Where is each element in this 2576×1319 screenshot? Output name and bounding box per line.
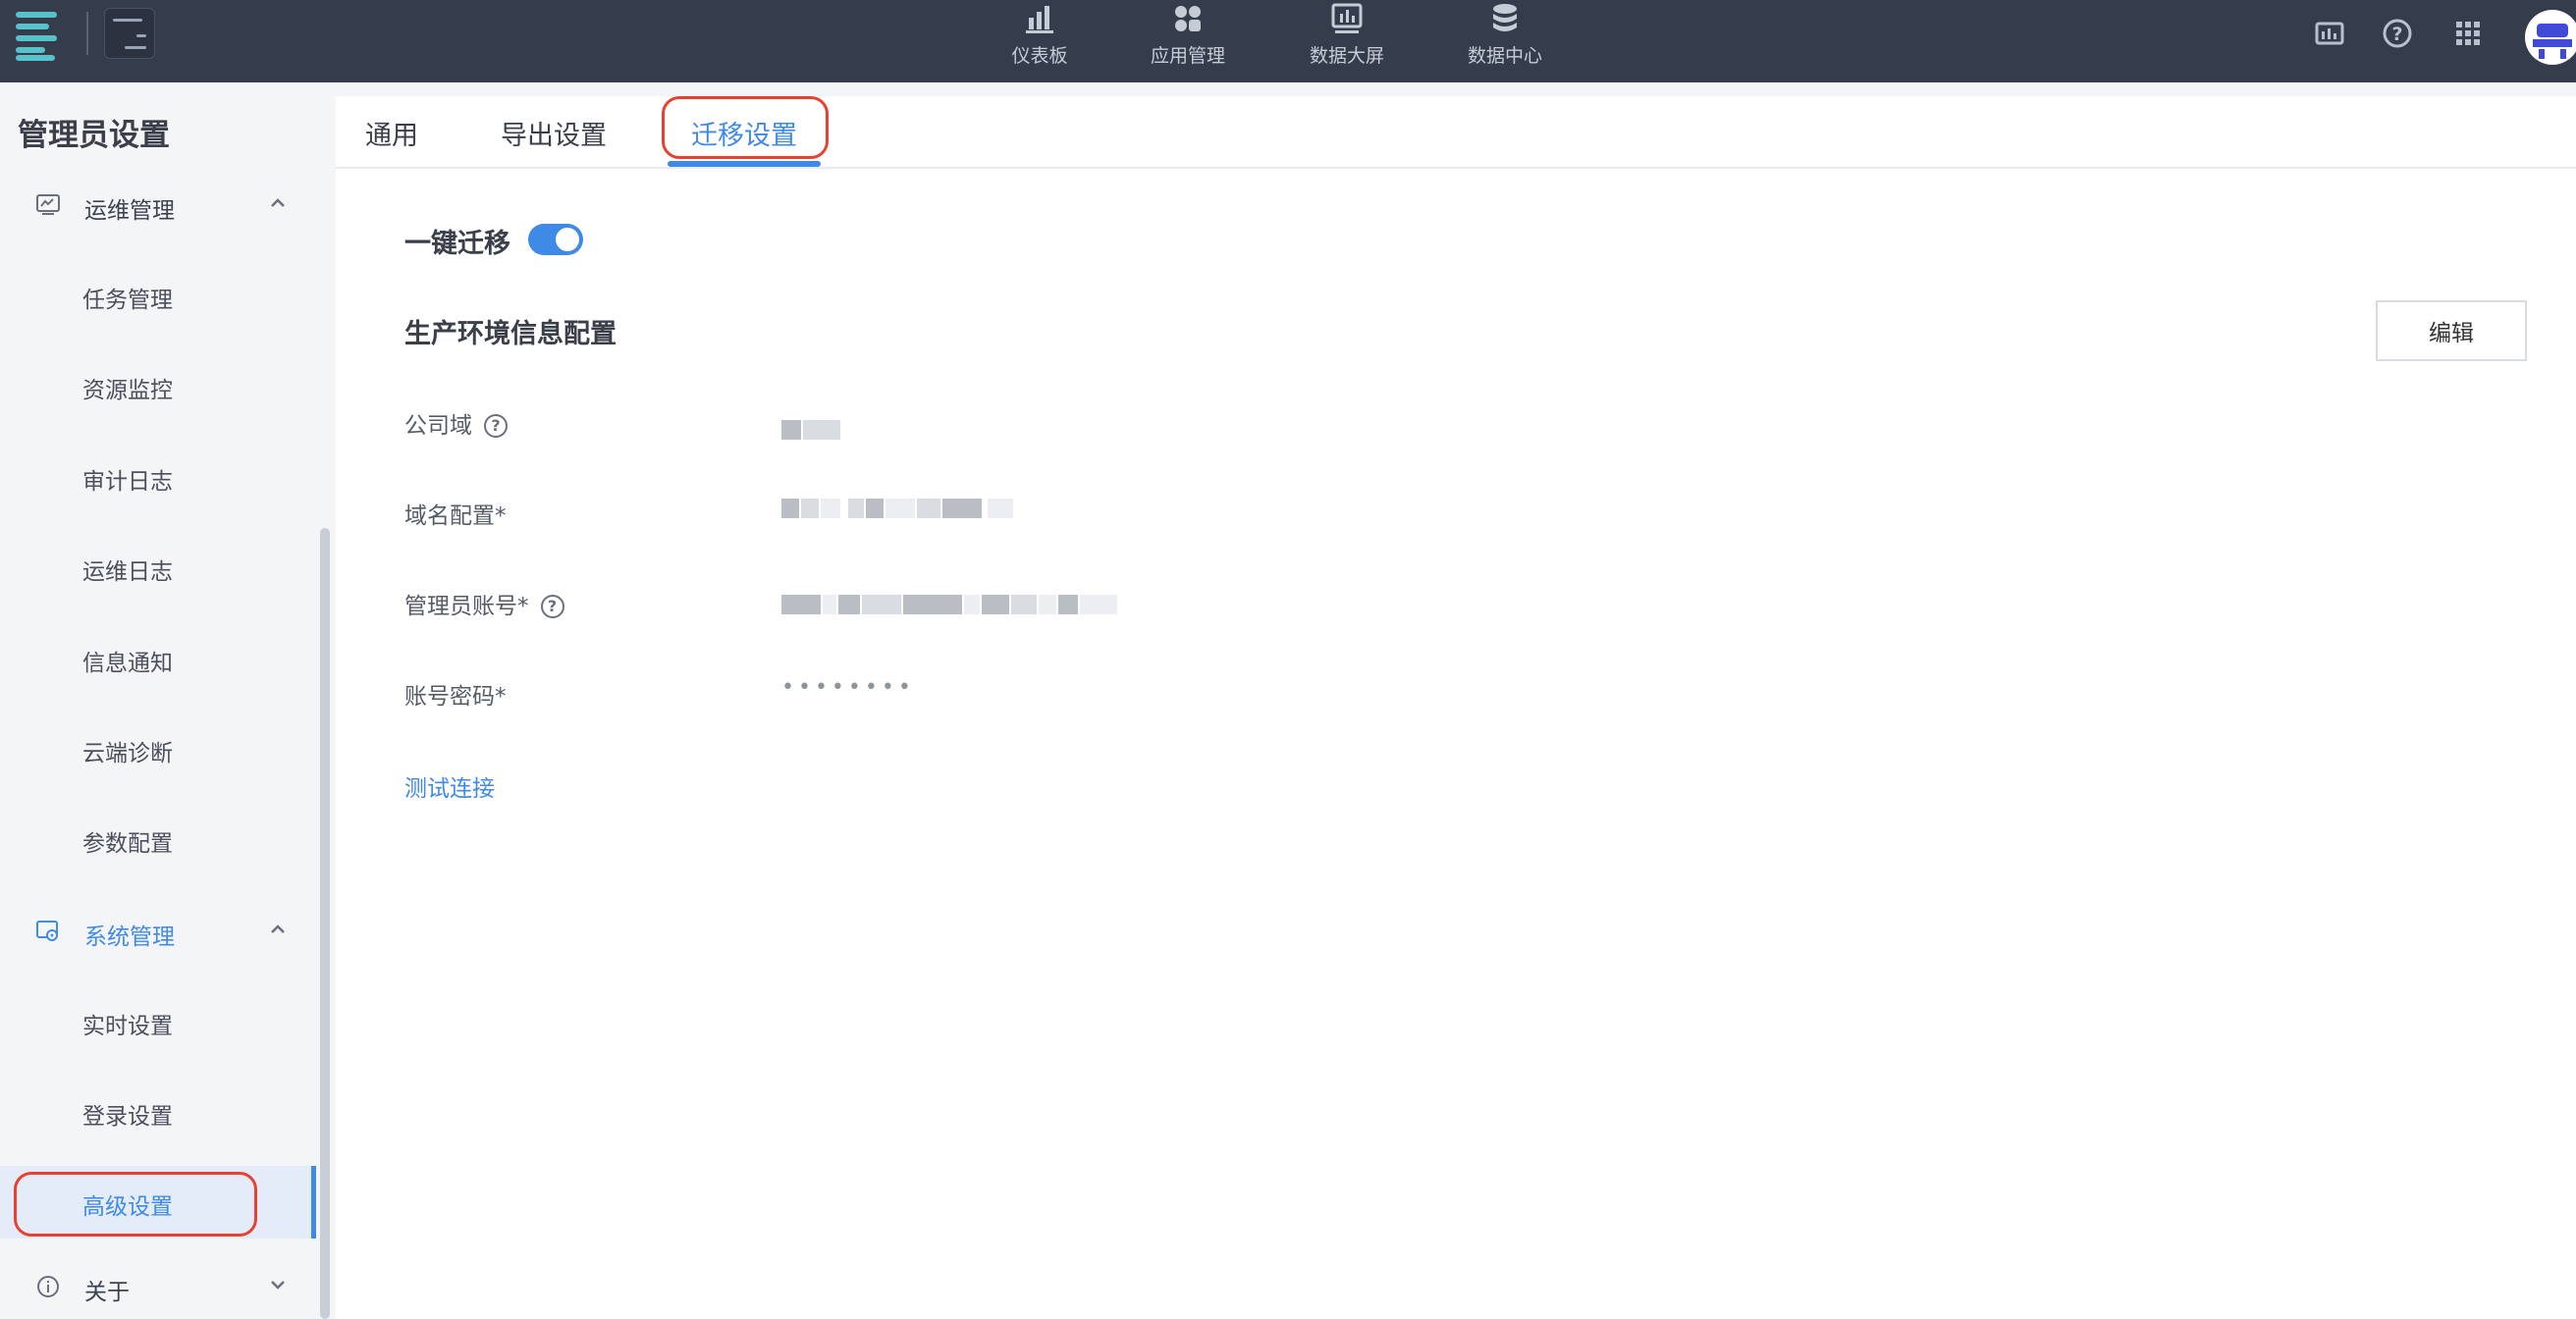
sidebar-group-label: 关于 (84, 1280, 130, 1305)
sidebar-scrollbar[interactable] (320, 528, 330, 1319)
sidebar-item-label: 任务管理 (82, 288, 173, 313)
sidebar-item-cloud-diagnosis[interactable]: 云端诊断 (0, 712, 316, 785)
screen-icon (1331, 3, 1363, 33)
field-label-company-domain: 公司域? (404, 406, 508, 440)
highlight-annotation-migration-tab (662, 96, 829, 159)
nav-label: 数据大屏 (1309, 45, 1384, 67)
monitor-icon (36, 194, 60, 215)
toggle-knob (556, 228, 579, 251)
sidebar-item-notification[interactable]: 信息通知 (0, 622, 316, 695)
help-icon[interactable]: ? (540, 595, 564, 618)
tab-export-settings[interactable]: 导出设置 (501, 114, 607, 152)
help-icon[interactable]: ? (484, 414, 508, 438)
one-click-migration-label: 一键迁移 (404, 229, 510, 259)
sidebar-group-ops[interactable]: 运维管理 (0, 175, 324, 234)
sidebar-group-system[interactable]: 系统管理 (0, 901, 324, 960)
sidebar-item-resource[interactable]: 资源监控 (0, 349, 316, 422)
sidebar-group-label: 系统管理 (84, 924, 175, 950)
bar-chart-icon (1026, 6, 1053, 33)
test-connection-link[interactable]: 测试连接 (404, 769, 495, 803)
field-label-domain-config: 域名配置* (404, 503, 507, 529)
top-bar: 仪表板 应用管理 数据大屏 数据中心 ? (0, 0, 2576, 82)
nav-data-screen[interactable]: 数据大屏 (1283, 0, 1411, 82)
field-value-admin-account (781, 595, 1119, 614)
edit-button[interactable]: 编辑 (2376, 300, 2527, 361)
sidebar-item-label: 实时设置 (82, 1014, 173, 1039)
nav-app-management[interactable]: 应用管理 (1124, 0, 1252, 82)
chevron-up-icon[interactable] (267, 192, 289, 214)
field-label-admin-account: 管理员账号*? (404, 587, 564, 620)
sidebar-item-label: 登录设置 (82, 1104, 173, 1130)
nav-label: 数据中心 (1467, 45, 1542, 67)
sidebar-item-label: 运维日志 (82, 559, 173, 585)
sidebar-item-ops-log[interactable]: 运维日志 (0, 531, 316, 604)
sidebar-item-audit-log[interactable]: 审计日志 (0, 441, 316, 513)
menu-icon[interactable] (12, 8, 65, 61)
nav-data-center[interactable]: 数据中心 (1441, 0, 1569, 82)
tab-active-indicator (668, 161, 821, 167)
sidebar-item-login-settings[interactable]: 登录设置 (0, 1076, 316, 1148)
highlight-annotation-advanced-settings (14, 1172, 257, 1237)
section-title: 生产环境信息配置 (404, 319, 617, 349)
sidebar-title: 管理员设置 (18, 118, 170, 153)
grid-icon[interactable] (2448, 14, 2488, 53)
sidebar: 管理员设置 运维管理 任务管理 资源监控 审计日志 运维日志 信息通知 云端诊断… (0, 82, 324, 1319)
sidebar-group-about[interactable]: 关于 (0, 1256, 324, 1315)
avatar-robot-icon (2533, 24, 2572, 59)
sidebar-item-label: 信息通知 (82, 651, 173, 676)
field-value-password: •••••••• (781, 675, 915, 700)
chevron-down-icon[interactable] (267, 1274, 289, 1295)
tab-general[interactable]: 通用 (365, 114, 418, 152)
dashboard-stats-icon[interactable] (2309, 14, 2348, 53)
sidebar-item-label: 云端诊断 (82, 741, 173, 766)
field-label-text: 管理员账号* (404, 594, 529, 619)
one-click-migration-toggle[interactable] (528, 224, 583, 255)
apps-icon (1175, 6, 1201, 31)
field-label-password: 账号密码* (404, 684, 507, 710)
nav-dashboard[interactable]: 仪表板 (976, 0, 1103, 82)
sidebar-item-label: 审计日志 (82, 469, 173, 495)
sidebar-item-param-config[interactable]: 参数配置 (0, 803, 316, 875)
help-icon[interactable]: ? (2378, 14, 2417, 53)
database-icon (1493, 4, 1517, 31)
nav-label: 仪表板 (1011, 45, 1068, 67)
avatar[interactable] (2525, 10, 2576, 65)
nav-label: 应用管理 (1150, 45, 1225, 67)
info-icon (37, 1276, 59, 1297)
main-panel: 通用 导出设置 迁移设置 一键迁移 生产环境信息配置 编辑 公司域? 域名配置*… (336, 96, 2576, 1319)
sidebar-item-task[interactable]: 任务管理 (0, 259, 316, 332)
field-value-company-domain (781, 420, 842, 440)
top-divider (86, 12, 88, 55)
field-label-text: 公司域 (404, 413, 472, 439)
svg-text:?: ? (2391, 24, 2402, 45)
field-value-domain-config (781, 499, 1015, 518)
system-settings-icon (36, 921, 58, 941)
logo[interactable] (104, 8, 155, 59)
sidebar-item-label: 参数配置 (82, 831, 173, 857)
sidebar-group-label: 运维管理 (84, 198, 175, 224)
sidebar-item-realtime[interactable]: 实时设置 (0, 985, 316, 1058)
sidebar-item-label: 资源监控 (82, 378, 173, 403)
tab-bar: 通用 导出设置 迁移设置 (336, 96, 2576, 169)
chevron-up-icon[interactable] (267, 919, 289, 940)
